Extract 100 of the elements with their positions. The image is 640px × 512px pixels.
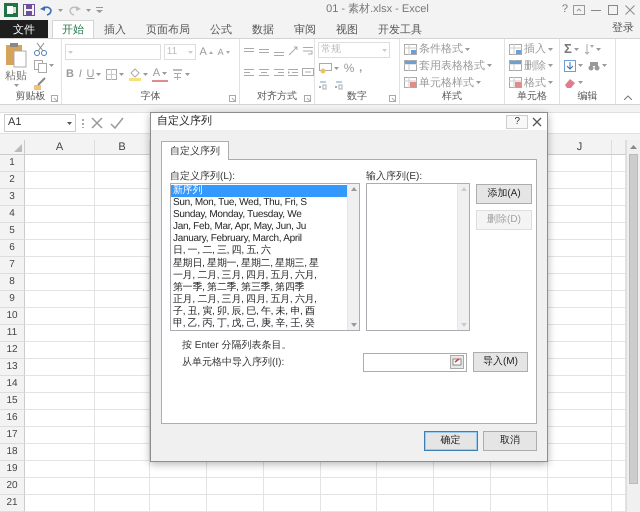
scroll-down-icon[interactable] bbox=[460, 323, 466, 327]
row-header[interactable]: 8 bbox=[0, 274, 25, 291]
scroll-down-icon[interactable] bbox=[350, 323, 356, 327]
ribbon-tab[interactable]: 公式 bbox=[200, 20, 242, 38]
grid-cell[interactable] bbox=[320, 495, 378, 512]
grid-cell[interactable] bbox=[25, 240, 95, 257]
grid-cell[interactable] bbox=[25, 342, 95, 359]
row-header[interactable]: 11 bbox=[0, 325, 25, 342]
grid-cell[interactable] bbox=[25, 393, 95, 410]
font-name-field[interactable] bbox=[65, 44, 161, 60]
row-header[interactable]: 4 bbox=[0, 206, 25, 223]
row-header[interactable]: 6 bbox=[0, 240, 25, 257]
grid-cell[interactable] bbox=[491, 478, 548, 495]
grid-cell[interactable] bbox=[25, 155, 95, 172]
scrollbar[interactable] bbox=[347, 184, 359, 330]
grid-cell[interactable] bbox=[264, 478, 321, 495]
list-item[interactable]: 日, 一, 二, 三, 四, 五, 六 bbox=[171, 245, 347, 258]
list-item[interactable]: 一月, 二月, 三月, 四月, 五月, 六月, bbox=[171, 270, 347, 282]
row-header[interactable]: 2 bbox=[0, 172, 25, 189]
series-list[interactable] bbox=[170, 183, 360, 331]
borders-button[interactable] bbox=[105, 66, 126, 82]
list-item[interactable]: January, February, March, April bbox=[171, 233, 347, 246]
copy-button[interactable] bbox=[32, 58, 55, 74]
grid-cell[interactable] bbox=[25, 461, 95, 478]
grid-cell[interactable] bbox=[150, 495, 207, 512]
maximize-icon[interactable] bbox=[607, 5, 619, 15]
ribbon-tab[interactable]: 页面布局 bbox=[136, 20, 200, 38]
accounting-button[interactable] bbox=[318, 60, 340, 76]
help-button[interactable]: ? bbox=[506, 114, 528, 128]
scroll-up-icon[interactable] bbox=[350, 187, 356, 191]
list-item[interactable]: Sunday, Monday, Tuesday, We bbox=[171, 209, 347, 222]
grid-cell[interactable] bbox=[206, 478, 264, 495]
row-header[interactable]: 18 bbox=[0, 444, 25, 461]
grid-cell[interactable] bbox=[95, 461, 150, 478]
row-header[interactable]: 10 bbox=[0, 308, 25, 325]
grid-cell[interactable] bbox=[548, 495, 612, 512]
grid-cell[interactable] bbox=[25, 376, 95, 393]
grid-cell[interactable] bbox=[491, 495, 548, 512]
grid-cell[interactable] bbox=[25, 410, 95, 427]
dialog-button[interactable]: 添加(A) bbox=[476, 184, 532, 204]
grid-cell[interactable] bbox=[25, 325, 95, 342]
import-button[interactable]: 导入(M) bbox=[472, 352, 528, 372]
merge-cells-icon[interactable] bbox=[302, 66, 314, 78]
dialog-launcher-icon[interactable] bbox=[229, 95, 236, 102]
phonetic-button[interactable] bbox=[170, 66, 191, 82]
sort-filter-button[interactable] bbox=[582, 41, 602, 58]
grid-cell[interactable] bbox=[206, 495, 264, 512]
grid-cell[interactable] bbox=[25, 478, 95, 495]
vertical-scrollbar[interactable] bbox=[626, 140, 640, 512]
dialog-launcher-icon[interactable] bbox=[389, 95, 396, 102]
paste-button[interactable]: 粘贴 bbox=[3, 41, 29, 91]
ribbon-options-icon[interactable] bbox=[573, 5, 585, 15]
grid-cell[interactable] bbox=[25, 427, 95, 444]
row-header[interactable]: 5 bbox=[0, 223, 25, 240]
grid-cell[interactable] bbox=[434, 495, 492, 512]
ribbon-tab[interactable]: 视图 bbox=[326, 20, 368, 38]
grid-cell[interactable] bbox=[25, 172, 95, 189]
grid-cell[interactable] bbox=[320, 478, 378, 495]
help-button[interactable]: ? bbox=[562, 3, 568, 17]
grid-cell[interactable] bbox=[25, 274, 95, 291]
scrollbar[interactable] bbox=[457, 184, 469, 330]
list-item[interactable]: 正月, 二月, 三月, 四月, 五月, 六月, bbox=[171, 294, 347, 306]
ok-button[interactable]: 确定 bbox=[424, 431, 478, 451]
undo-icon[interactable] bbox=[40, 4, 53, 16]
customize-icon[interactable] bbox=[96, 7, 103, 13]
collapse-ribbon-icon[interactable] bbox=[624, 95, 632, 100]
row-header[interactable]: 16 bbox=[0, 410, 25, 427]
cancel-button[interactable]: 取消 bbox=[483, 431, 537, 451]
column-header[interactable]: J bbox=[548, 140, 612, 155]
grid-cell[interactable] bbox=[95, 495, 150, 512]
list-item[interactable]: 第一季, 第二季, 第三季, 第四季 bbox=[171, 282, 347, 294]
wrap-text-icon[interactable] bbox=[302, 45, 314, 58]
close-icon[interactable] bbox=[531, 116, 543, 126]
grid-cell[interactable] bbox=[548, 478, 612, 495]
list-item[interactable]: 甲, 乙, 丙, 丁, 戊, 己, 庚, 辛, 壬, 癸 bbox=[171, 318, 347, 330]
fill-button[interactable] bbox=[563, 58, 584, 74]
grid-cell[interactable] bbox=[25, 308, 95, 325]
row-header[interactable]: 7 bbox=[0, 257, 25, 274]
row-header[interactable]: 17 bbox=[0, 427, 25, 444]
save-icon[interactable] bbox=[23, 4, 35, 16]
row-header[interactable]: 13 bbox=[0, 359, 25, 376]
grid-cell[interactable] bbox=[25, 291, 95, 308]
redo-icon[interactable] bbox=[68, 4, 81, 16]
name-box[interactable]: A1 bbox=[4, 114, 76, 132]
grid-cell[interactable] bbox=[264, 495, 321, 512]
scroll-up-icon[interactable] bbox=[630, 145, 637, 149]
list-item[interactable]: Sun, Mon, Tue, Wed, Thu, Fri, S bbox=[171, 197, 347, 210]
dialog-launcher-icon[interactable] bbox=[51, 95, 58, 102]
row-header[interactable]: 3 bbox=[0, 189, 25, 206]
list-item[interactable]: 星期日, 星期一, 星期二, 星期三, 星 bbox=[171, 258, 347, 270]
import-range-field[interactable] bbox=[362, 352, 467, 372]
row-header[interactable]: 14 bbox=[0, 376, 25, 393]
grid-cell[interactable] bbox=[25, 495, 95, 512]
grid-cell[interactable] bbox=[25, 189, 95, 206]
sign-in-link[interactable]: 登录 bbox=[606, 22, 640, 38]
cancel-icon[interactable] bbox=[90, 116, 104, 130]
grid-cell[interactable] bbox=[25, 206, 95, 223]
caret-icon[interactable] bbox=[67, 122, 72, 124]
grid-cell[interactable] bbox=[25, 444, 95, 461]
ribbon-tab[interactable]: 开发工具 bbox=[368, 20, 432, 38]
